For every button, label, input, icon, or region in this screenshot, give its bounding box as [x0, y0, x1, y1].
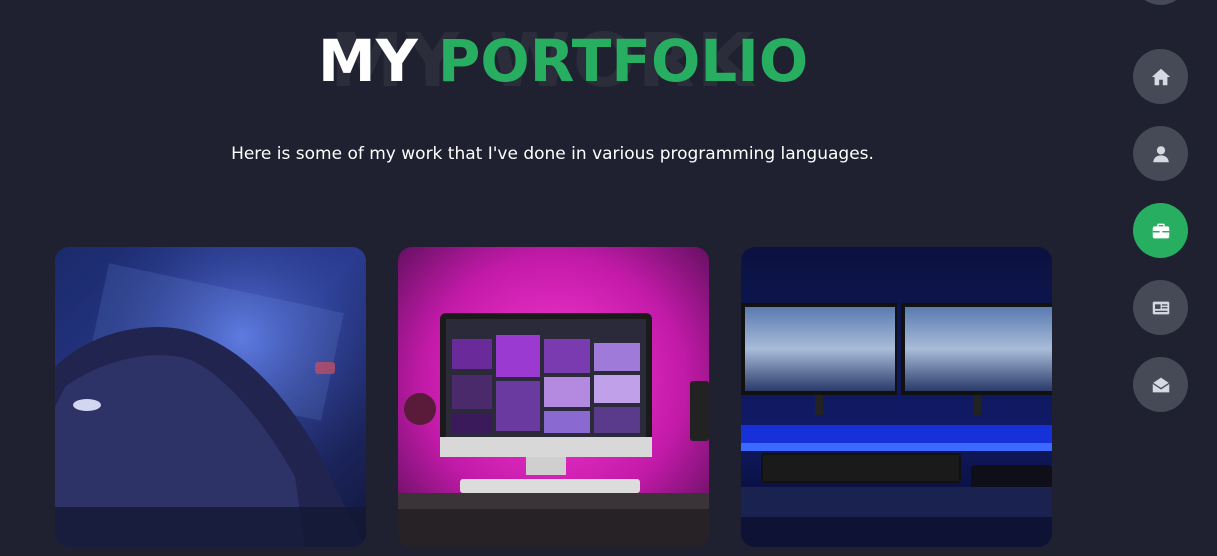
section-header: MY WORK MY PORTFOLIO: [0, 18, 1105, 108]
nav-contact-button[interactable]: [1133, 357, 1188, 412]
user-icon: [1152, 145, 1169, 162]
blue-dual-monitor-photo: [741, 247, 1052, 547]
title-green-part: PORTFOLIO: [437, 27, 809, 95]
portfolio-item-2[interactable]: [398, 247, 709, 547]
keyboard-hand-photo: [55, 247, 366, 547]
nav-home-button[interactable]: [1133, 49, 1188, 104]
page-title: MY PORTFOLIO: [318, 32, 808, 90]
nav-blog-button[interactable]: [1133, 280, 1188, 335]
portfolio-page: MY WORK MY PORTFOLIO Here is some of my …: [0, 0, 1217, 556]
home-icon: [1151, 68, 1170, 85]
briefcase-icon: [1152, 223, 1169, 238]
title-white-part: MY: [318, 27, 418, 95]
nav-button-partial[interactable]: [1133, 0, 1188, 5]
newspaper-icon: [1152, 301, 1169, 314]
portfolio-item-1[interactable]: [55, 247, 366, 547]
portfolio-item-3[interactable]: [741, 247, 1052, 547]
nav-about-button[interactable]: [1133, 126, 1188, 181]
nav-portfolio-button[interactable]: [1133, 203, 1188, 258]
envelope-open-icon: [1151, 377, 1170, 392]
section-subtitle: Here is some of my work that I've done i…: [231, 144, 874, 164]
pink-desk-imac-photo: [398, 247, 709, 547]
